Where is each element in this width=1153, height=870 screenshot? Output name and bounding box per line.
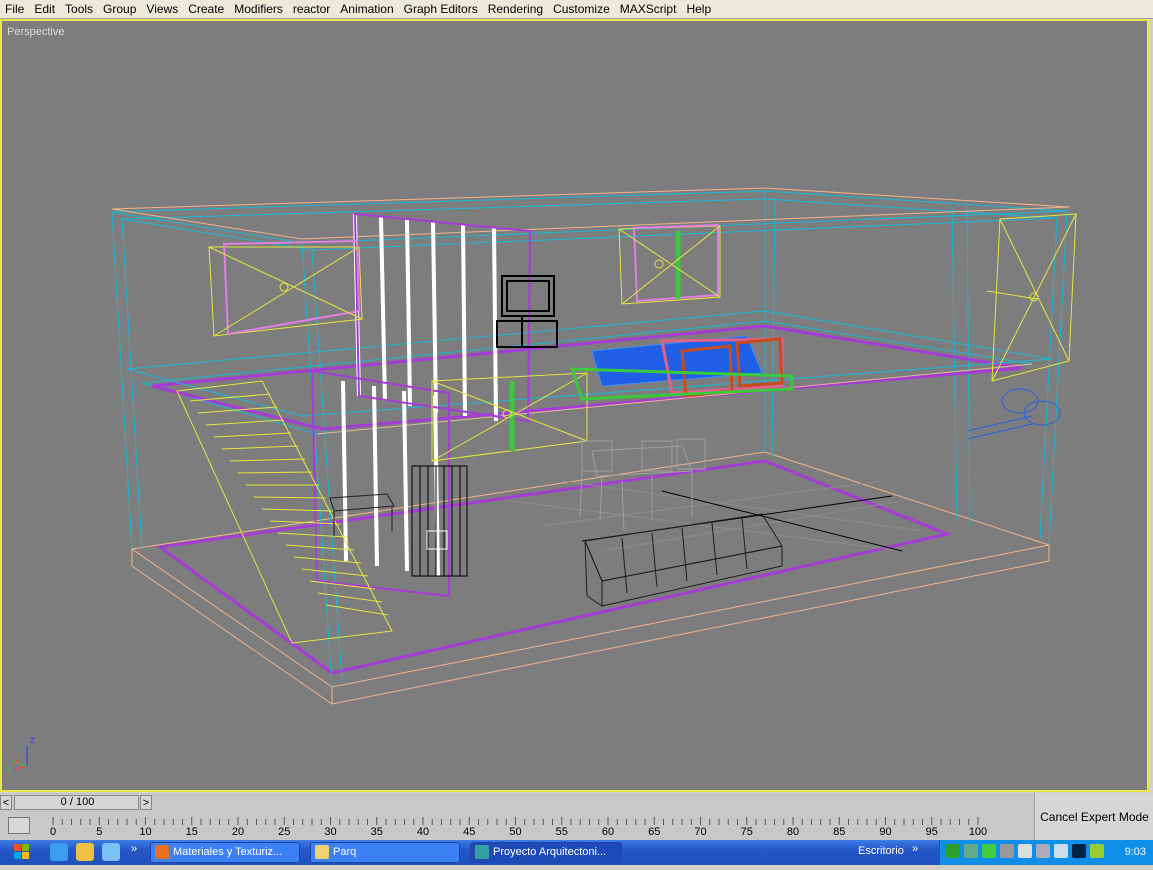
menu-maxscript[interactable]: MAXScript bbox=[615, 2, 682, 16]
timeline-panel: < 0 / 100 > 0 5 10 15 20 25 30 35 40 45 50 55 60 65 70… bbox=[0, 793, 1153, 840]
ruler-tick-label: 45 bbox=[463, 826, 475, 837]
taskbar: » Materiales y Texturiz... Parq Proyecto… bbox=[0, 840, 1153, 865]
ruler-tick-label: 40 bbox=[417, 826, 429, 837]
menu-help[interactable]: Help bbox=[681, 2, 716, 16]
ruler-tick-label: 65 bbox=[648, 826, 660, 837]
menu-create[interactable]: Create bbox=[183, 2, 229, 16]
ruler-tick-label: 30 bbox=[324, 826, 336, 837]
browser-icon[interactable] bbox=[102, 843, 120, 861]
system-tray: 9:03 bbox=[939, 840, 1153, 865]
clock: 9:03 bbox=[1124, 846, 1146, 858]
track-ruler: 0 5 10 15 20 25 30 35 40 45 50 55 60 65 70 75 80 85 90 95 10… bbox=[50, 817, 987, 837]
usb-icon[interactable] bbox=[1036, 844, 1050, 858]
quicklaunch-more-icon[interactable]: » bbox=[131, 843, 137, 855]
menu-modifiers[interactable]: Modifiers bbox=[229, 2, 288, 16]
ie-icon[interactable] bbox=[50, 843, 68, 861]
ruler-tick-label: 80 bbox=[787, 826, 799, 837]
ruler-tick-label: 20 bbox=[232, 826, 244, 837]
ruler-tick-label: 100 bbox=[969, 826, 987, 837]
time-prev-button[interactable]: < bbox=[0, 795, 12, 810]
printer-icon[interactable] bbox=[1018, 844, 1032, 858]
floor-grid bbox=[511, 480, 923, 552]
ruler-tick-label: 50 bbox=[509, 826, 521, 837]
axis-y-label: y bbox=[6, 763, 11, 773]
menu-tools[interactable]: Tools bbox=[60, 2, 98, 16]
menu-customize[interactable]: Customize bbox=[548, 2, 615, 16]
sigma-icon[interactable] bbox=[1072, 844, 1086, 858]
ruler-tick-label: 60 bbox=[602, 826, 614, 837]
menu-reactor[interactable]: reactor bbox=[288, 2, 335, 16]
track-bar[interactable]: 0 5 10 15 20 25 30 35 40 45 50 55 60 65 70 75 80 85 90 95 10… bbox=[0, 815, 1000, 837]
task-proyecto[interactable]: Proyecto Arquitectoni... bbox=[470, 842, 622, 863]
scene-wireframe: z x y bbox=[6, 187, 1077, 773]
network-icon[interactable] bbox=[946, 844, 960, 858]
ruler-tick-label: 10 bbox=[139, 826, 151, 837]
time-slider-row: < 0 / 100 > bbox=[0, 795, 1033, 812]
menu-bar: File Edit Tools Group Views Create Modifiers re… bbox=[0, 0, 1153, 19]
task-label: Parq bbox=[333, 846, 357, 858]
ground-slab bbox=[130, 451, 1051, 705]
tv-cabinet bbox=[496, 275, 558, 348]
ruler-tick-label: 0 bbox=[50, 826, 56, 837]
time-slider[interactable]: 0 / 100 bbox=[14, 795, 139, 810]
display-icon[interactable] bbox=[1054, 844, 1068, 858]
ruler-tick-label: 70 bbox=[694, 826, 706, 837]
ruler-tick-label: 55 bbox=[556, 826, 568, 837]
window-left bbox=[208, 239, 363, 337]
menu-group[interactable]: Group bbox=[98, 2, 141, 16]
clock-icon[interactable] bbox=[76, 843, 94, 861]
task-parq[interactable]: Parq bbox=[310, 842, 460, 863]
firefox-icon bbox=[155, 845, 169, 859]
update-icon[interactable] bbox=[982, 844, 996, 858]
speaker-icon[interactable] bbox=[1000, 844, 1014, 858]
menu-edit[interactable]: Edit bbox=[29, 2, 60, 16]
3dsmax-icon bbox=[475, 845, 489, 859]
messenger-icon[interactable] bbox=[1090, 844, 1104, 858]
ruler-tick-label: 90 bbox=[879, 826, 891, 837]
time-next-button[interactable]: > bbox=[140, 795, 152, 810]
ruler-tick-label: 15 bbox=[186, 826, 198, 837]
axis-gizmo: z x y bbox=[6, 735, 35, 773]
folder-icon bbox=[315, 845, 329, 859]
upper-floor-slab bbox=[126, 310, 1053, 435]
window-center bbox=[618, 223, 721, 305]
menu-views[interactable]: Views bbox=[141, 2, 183, 16]
viewport-perspective[interactable]: Perspective z x y bbox=[0, 19, 1149, 792]
start-button[interactable] bbox=[0, 840, 42, 865]
menu-rendering[interactable]: Rendering bbox=[483, 2, 548, 16]
ruler-tick-label: 5 bbox=[96, 826, 102, 837]
axis-z-label: z bbox=[30, 735, 35, 746]
task-materiales[interactable]: Materiales y Texturiz... bbox=[150, 842, 300, 863]
menu-file[interactable]: File bbox=[0, 2, 29, 16]
task-label: Proyecto Arquitectoni... bbox=[493, 846, 607, 858]
house-walls bbox=[111, 190, 1068, 688]
task-label: Materiales y Texturiz... bbox=[173, 846, 283, 858]
antivirus-icon[interactable] bbox=[964, 844, 978, 858]
time-slider-thumb[interactable]: 0 / 100 bbox=[15, 796, 140, 809]
ruler-tick-label: 85 bbox=[833, 826, 845, 837]
ruler-tick-label: 25 bbox=[278, 826, 290, 837]
axis-x-label: x bbox=[14, 756, 19, 767]
ruler-tick-label: 95 bbox=[926, 826, 938, 837]
menu-animation[interactable]: Animation bbox=[335, 2, 398, 16]
menu-graph-editors[interactable]: Graph Editors bbox=[399, 2, 483, 16]
ruler-tick-label: 35 bbox=[371, 826, 383, 837]
toolbar-more-icon[interactable]: » bbox=[912, 843, 918, 855]
cancel-expert-mode-button[interactable]: Cancel Expert Mode bbox=[1034, 793, 1153, 840]
ruler-tick-label: 75 bbox=[741, 826, 753, 837]
bed bbox=[569, 335, 794, 401]
desktop-toolbar-label[interactable]: Escritorio bbox=[858, 840, 904, 865]
